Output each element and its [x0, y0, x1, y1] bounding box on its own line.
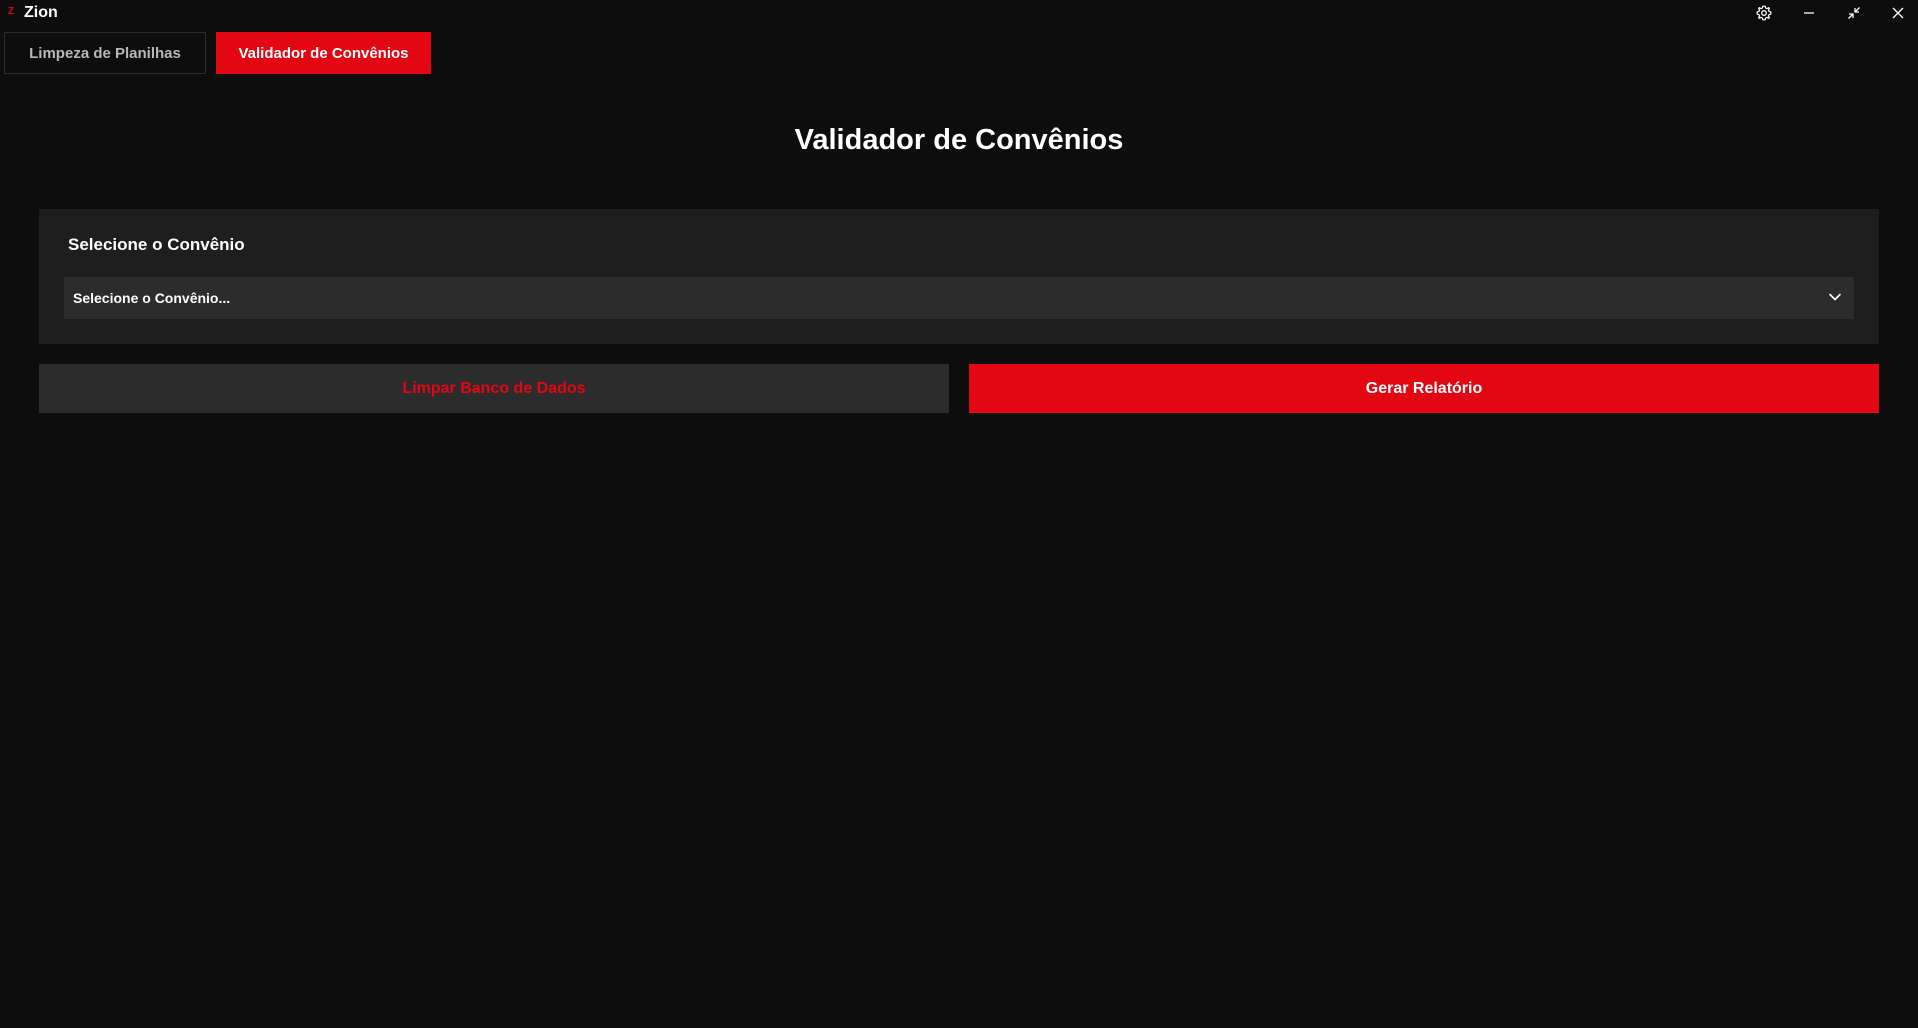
chevron-down-icon — [1829, 293, 1841, 301]
gear-icon — [1756, 5, 1772, 21]
minimize-icon — [1804, 12, 1814, 14]
generate-report-button[interactable]: Gerar Relatório — [969, 364, 1879, 413]
convenio-card: Selecione o Convênio Selecione o Convêni… — [39, 209, 1879, 344]
tab-limpeza-de-planilhas[interactable]: Limpeza de Planilhas — [4, 32, 206, 74]
app-logo: Z — [8, 6, 15, 17]
close-button[interactable] — [1885, 2, 1911, 24]
convenio-select-value: Selecione o Convênio... — [73, 290, 231, 306]
convenio-label: Selecione o Convênio — [68, 235, 245, 254]
tab-validador-de-convenios[interactable]: Validador de Convênios — [216, 32, 431, 74]
minimize-button[interactable] — [1796, 2, 1822, 24]
clear-database-button[interactable]: Limpar Banco de Dados — [39, 364, 949, 413]
title-bar: Z Zion — [0, 0, 1918, 26]
close-icon — [1892, 7, 1904, 19]
restore-icon — [1848, 7, 1860, 19]
convenio-select[interactable]: Selecione o Convênio... — [64, 277, 1854, 319]
page-title: Validador de Convênios — [794, 124, 1124, 156]
settings-button[interactable] — [1751, 2, 1777, 24]
restore-button[interactable] — [1841, 2, 1867, 24]
app-name: Zion — [24, 4, 58, 21]
